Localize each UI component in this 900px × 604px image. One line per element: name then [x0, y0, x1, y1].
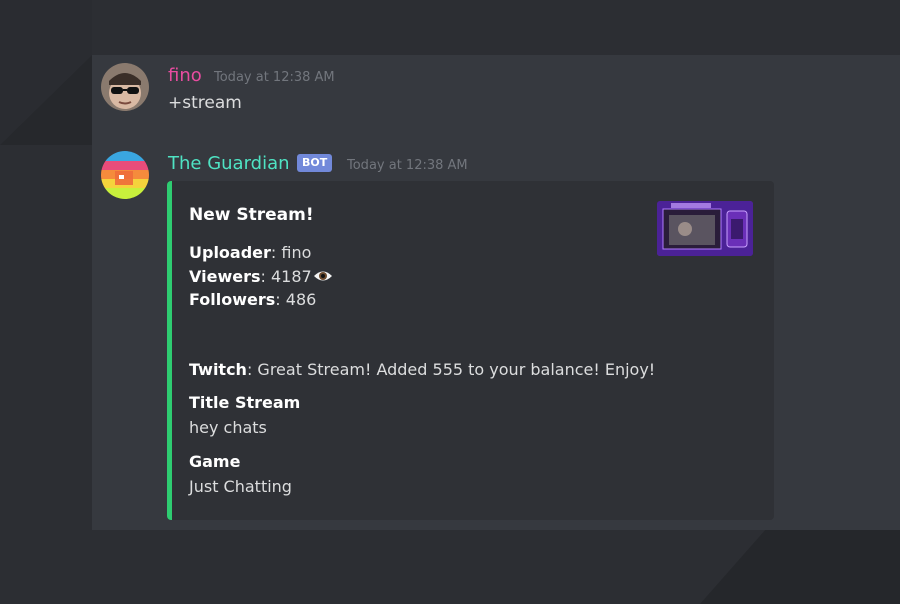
viewers-line: Viewers: 4187	[189, 267, 333, 286]
bot-badge: BOT	[297, 154, 333, 172]
field-title-stream-name: Title Stream	[189, 393, 301, 412]
followers-label: Followers	[189, 290, 276, 309]
uploader-line: Uploader: fino	[189, 243, 311, 262]
field-game-value: Just Chatting	[189, 477, 292, 496]
followers-value: : 486	[275, 290, 317, 309]
stream-embed: New Stream! Uploader: fino Viewers: 4187…	[167, 181, 774, 520]
field-title-stream-value: hey chats	[189, 418, 267, 437]
eye-icon	[313, 271, 332, 281]
embed-title: New Stream!	[189, 205, 314, 225]
sunglasses-avatar-icon[interactable]	[101, 63, 149, 111]
twitch-line: Twitch: Great Stream! Added 555 to your …	[189, 360, 655, 379]
viewers-label: Viewers	[189, 267, 261, 286]
embed-accent-bar	[167, 181, 172, 520]
twitch-value: : Great Stream! Added 555 to your balanc…	[246, 360, 656, 379]
message-content: +stream	[168, 93, 242, 113]
twitch-label: Twitch	[189, 360, 247, 379]
uploader-label: Uploader	[189, 243, 271, 262]
followers-line: Followers: 486	[189, 290, 316, 309]
field-game-name: Game	[189, 452, 241, 471]
timestamp: Today at 12:38 AM	[214, 70, 335, 85]
timestamp: Today at 12:38 AM	[347, 158, 468, 173]
username[interactable]: fino	[168, 65, 202, 86]
username[interactable]: The Guardian	[168, 153, 290, 174]
stream-thumbnail-image[interactable]	[657, 201, 753, 256]
uploader-value: : fino	[270, 243, 312, 262]
viewers-value: : 4187	[260, 267, 312, 286]
rainbow-avatar-icon[interactable]	[101, 151, 149, 199]
